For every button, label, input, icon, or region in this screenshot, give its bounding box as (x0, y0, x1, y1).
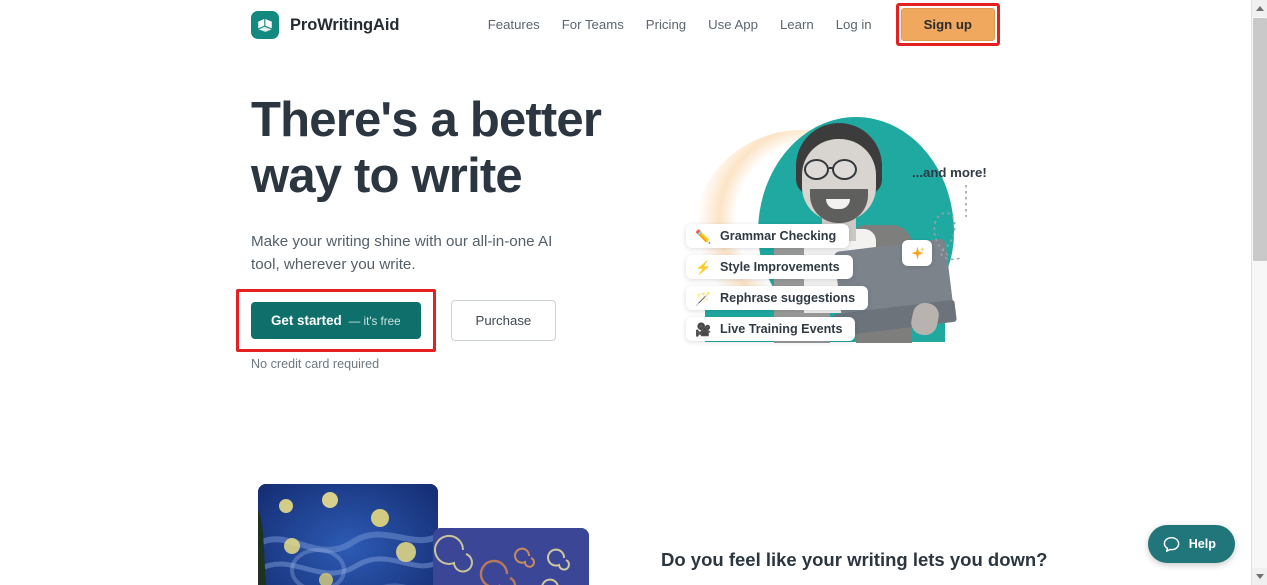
nav-link-use-app[interactable]: Use App (697, 11, 769, 38)
signup-annotation-box: Sign up (895, 3, 1000, 46)
section-question: Do you feel like your writing lets you d… (661, 549, 1048, 570)
get-started-annotation-box: Get started — it's free (236, 289, 436, 352)
sparkle-icon (910, 246, 925, 260)
video-camera-icon: 🎥 (695, 321, 712, 337)
eyeglass-left (804, 159, 829, 180)
sign-up-button[interactable]: Sign up (900, 8, 995, 41)
feature-chip-label: Grammar Checking (720, 229, 837, 243)
vertical-scrollbar[interactable] (1251, 0, 1267, 585)
feature-chip-style-improvements: ⚡ Style Improvements (686, 255, 853, 279)
blue-swirls-image-card[interactable] (433, 528, 589, 585)
nav-link-pricing[interactable]: Pricing (635, 11, 697, 38)
sparkle-badge (902, 240, 932, 266)
feature-chip-rephrase-suggestions: 🪄 Rephrase suggestions (686, 286, 869, 310)
nav-link-log-in[interactable]: Log in (825, 11, 883, 38)
nav-link-learn[interactable]: Learn (769, 11, 825, 38)
lightning-bolt-icon: ⚡ (695, 259, 712, 275)
feature-chip-grammar-checking: ✏️ Grammar Checking (686, 224, 850, 248)
get-started-button[interactable]: Get started — it's free (251, 302, 421, 339)
starry-night-image-card[interactable] (258, 484, 438, 585)
brand-logo[interactable]: ProWritingAid (251, 11, 399, 39)
feature-chip-label: Style Improvements (720, 260, 840, 274)
eyeglass-right (832, 159, 857, 180)
feature-chip-label: Live Training Events (720, 322, 843, 336)
and-more-label: ...and more! (912, 165, 987, 180)
site-header: ProWritingAid Features For Teams Pricing… (0, 0, 1251, 49)
hero-copy: There's a better way to write Make your … (251, 92, 651, 276)
scroll-down-arrow[interactable] (1252, 568, 1267, 585)
get-started-suffix: — it's free (348, 315, 401, 328)
feature-chip-live-training-events: 🎥 Live Training Events (686, 317, 856, 341)
main-navigation: Features For Teams Pricing Use App Learn… (477, 0, 1000, 49)
starry-night-artwork (258, 484, 438, 585)
feature-chip-label: Rephrase suggestions (720, 291, 856, 305)
brand-name: ProWritingAid (290, 15, 400, 34)
pencil-icon: ✏️ (695, 228, 712, 244)
blue-swirls-artwork (433, 528, 589, 585)
get-started-label: Get started (271, 313, 342, 328)
hero-title: There's a better way to write (251, 92, 651, 204)
eyeglass-bridge (829, 167, 834, 170)
nav-link-for-teams[interactable]: For Teams (551, 11, 635, 38)
hero-title-line-1: There's a better (251, 93, 602, 147)
magic-wand-icon: 🪄 (695, 290, 712, 306)
speech-bubble-icon (1163, 536, 1180, 552)
no-credit-card-note: No credit card required (251, 357, 380, 371)
purchase-button[interactable]: Purchase (450, 300, 557, 341)
nav-link-features[interactable]: Features (477, 11, 551, 38)
page-root: ProWritingAid Features For Teams Pricing… (0, 0, 1267, 585)
scroll-up-arrow[interactable] (1252, 0, 1267, 17)
hero-title-line-2: way to write (251, 149, 523, 203)
feature-chip-list: ✏️ Grammar Checking ⚡ Style Improvements… (686, 224, 869, 341)
book-logo-icon (251, 11, 279, 39)
hero-subtitle: Make your writing shine with our all-in-… (251, 233, 553, 273)
hero-cta-row: Get started — it's free Purchase (236, 289, 557, 352)
help-widget-label: Help (1188, 537, 1216, 551)
scrollbar-thumb[interactable] (1253, 18, 1267, 261)
help-widget-button[interactable]: Help (1147, 525, 1235, 563)
